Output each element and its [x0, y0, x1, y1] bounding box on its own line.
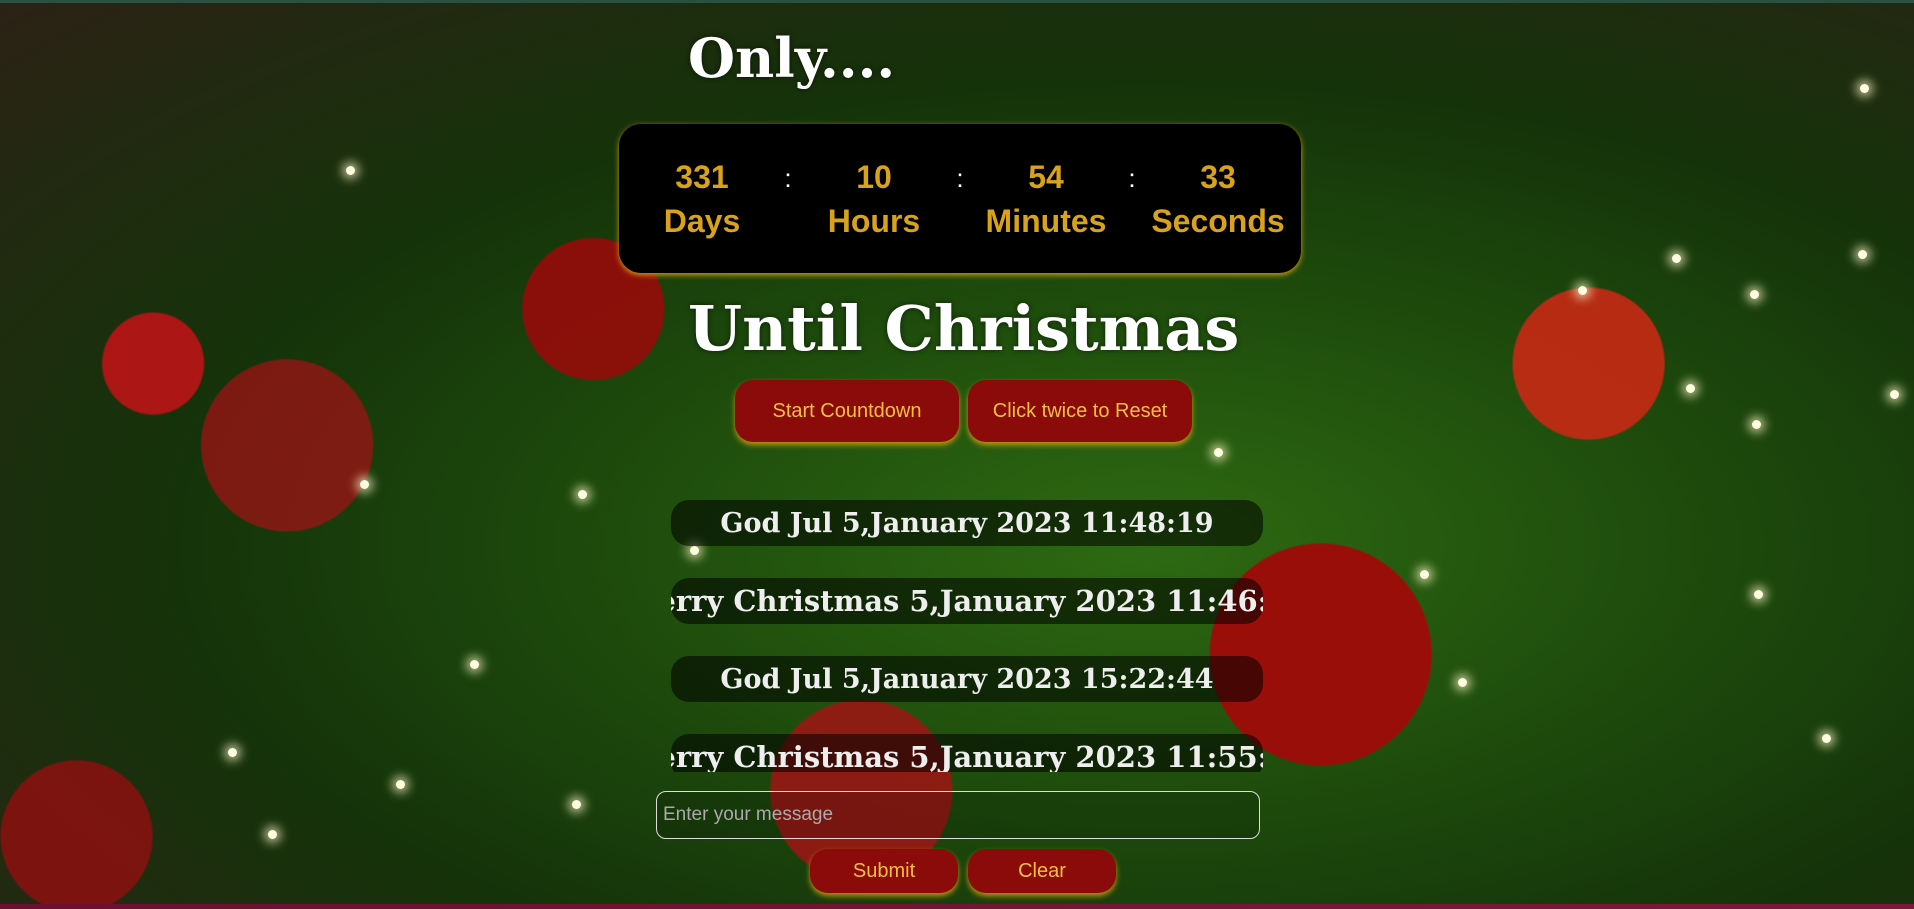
top-border: [0, 0, 1914, 3]
start-countdown-button[interactable]: Start Countdown: [735, 380, 959, 442]
hours-label: Hours: [827, 202, 921, 239]
countdown-days: 331 Days: [632, 155, 772, 243]
minutes-label: Minutes: [985, 202, 1107, 239]
days-value: 331: [675, 158, 729, 195]
message-item: Merry Christmas 5,January 2023 11:55:58: [671, 734, 1263, 772]
countdown-hours: 10 Hours: [804, 155, 944, 243]
clear-button[interactable]: Clear: [968, 849, 1116, 893]
hours-value: 10: [856, 158, 892, 195]
message-input[interactable]: [656, 791, 1260, 839]
countdown-panel: 331 Days : 10 Hours : 54 Minutes : 33 Se…: [619, 124, 1301, 273]
bottom-border: [0, 904, 1914, 909]
message-item: God Jul 5,January 2023 11:48:19: [671, 500, 1263, 546]
reset-button[interactable]: Click twice to Reset: [968, 380, 1192, 442]
seconds-value: 33: [1200, 158, 1236, 195]
message-list[interactable]: God Jul 5,January 2023 11:48:19 Merry Ch…: [671, 500, 1263, 772]
countdown-seconds: 33 Seconds: [1148, 155, 1288, 243]
message-item: God Jul 5,January 2023 15:22:44: [671, 656, 1263, 702]
seconds-label: Seconds: [1151, 202, 1285, 239]
only-heading: Only....: [688, 26, 896, 90]
minutes-value: 54: [1028, 158, 1064, 195]
countdown-minutes: 54 Minutes: [976, 155, 1116, 243]
separator: :: [784, 163, 792, 193]
message-item: Merry Christmas 5,January 2023 11:46:05: [671, 578, 1263, 624]
days-label: Days: [663, 202, 741, 239]
until-heading: Until Christmas: [688, 292, 1240, 365]
submit-button[interactable]: Submit: [810, 849, 958, 893]
separator: :: [1128, 163, 1136, 193]
separator: :: [956, 163, 964, 193]
